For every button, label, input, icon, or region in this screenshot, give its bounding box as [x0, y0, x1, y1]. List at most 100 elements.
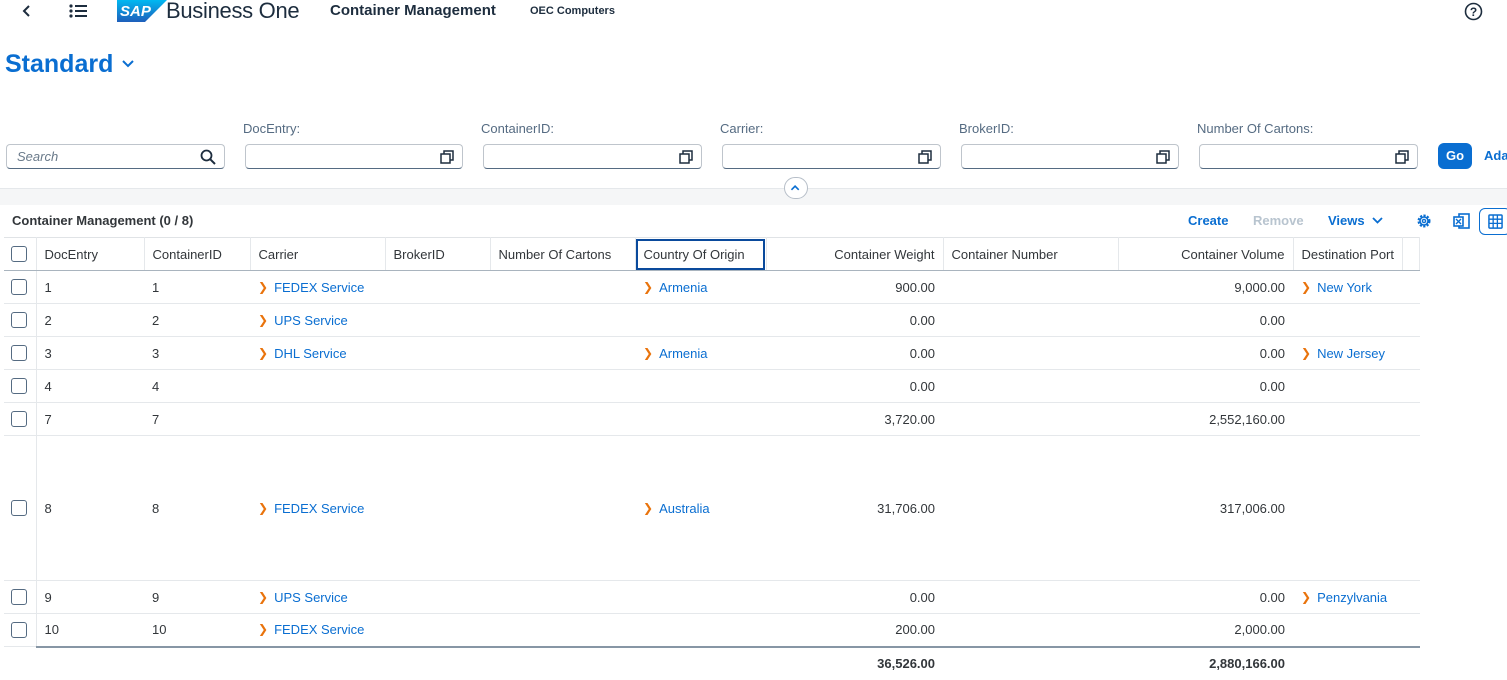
cell-carrier — [250, 369, 385, 403]
cell-port[interactable]: ❯ New York — [1293, 270, 1403, 304]
filter-band — [0, 189, 1507, 205]
carrier-link[interactable]: FEDEX Service — [274, 501, 364, 516]
value-help-icon[interactable] — [1395, 150, 1409, 164]
row-checkbox[interactable] — [11, 279, 27, 296]
port-link[interactable]: New York — [1317, 280, 1372, 295]
totals-empty — [36, 645, 144, 679]
variant-title[interactable]: Standard — [5, 50, 113, 79]
value-help-icon[interactable] — [1156, 150, 1170, 164]
value-help-icon[interactable] — [440, 150, 454, 164]
row-checkbox[interactable] — [11, 312, 27, 329]
table-row[interactable]: 4 4 0.00 0.00 — [4, 369, 1420, 403]
table-row[interactable]: 2 2 ❯ UPS Service 0.00 0.00 — [4, 303, 1420, 337]
table-row[interactable]: 9 9 ❯ UPS Service 0.00 0.00 ❯ Penzylvania — [4, 580, 1420, 614]
row-select-cell — [4, 270, 37, 304]
table-row[interactable]: 10 10 ❯ FEDEX Service 200.00 2,000.00 — [4, 613, 1420, 647]
row-checkbox[interactable] — [11, 378, 27, 395]
back-arrow-icon[interactable] — [18, 1, 36, 21]
value-help-icon[interactable] — [679, 150, 693, 164]
row-checkbox[interactable] — [11, 345, 27, 362]
cell-containerid: 8 — [144, 435, 250, 581]
cell-carrier[interactable]: ❯ FEDEX Service — [250, 613, 385, 647]
cell-carrier[interactable]: ❯ FEDEX Service — [250, 435, 385, 581]
cell-carrier[interactable]: ❯ UPS Service — [250, 303, 385, 337]
carrier-link[interactable]: UPS Service — [274, 313, 348, 328]
cell-weight: 3,720.00 — [766, 402, 943, 436]
cell-carrier[interactable]: ❯ UPS Service — [250, 580, 385, 614]
cell-weight: 900.00 — [766, 270, 943, 304]
create-button[interactable]: Create — [1188, 213, 1228, 228]
column-header-country-of-origin[interactable]: Country Of Origin — [635, 237, 767, 271]
column-header-brokerid[interactable]: BrokerID — [385, 237, 491, 271]
column-header-container-number[interactable]: Container Number — [943, 237, 1119, 271]
list-menu-icon[interactable] — [68, 2, 88, 20]
containerid-label: ContainerID: — [481, 121, 554, 136]
column-header-containerid[interactable]: ContainerID — [144, 237, 251, 271]
search-input[interactable]: Search — [6, 144, 225, 169]
carrier-field[interactable] — [722, 144, 941, 169]
carrier-link[interactable]: UPS Service — [274, 590, 348, 605]
chevron-down-icon[interactable] — [121, 58, 135, 70]
search-icon[interactable] — [200, 149, 216, 165]
help-icon[interactable]: ? — [1464, 2, 1483, 21]
country-link[interactable]: Armenia — [659, 346, 707, 361]
cell-filler — [1402, 435, 1420, 581]
column-header-container-weight[interactable]: Container Weight — [766, 237, 944, 271]
cell-carrier[interactable]: ❯ DHL Service — [250, 336, 385, 370]
collapse-header-button[interactable] — [784, 177, 808, 199]
brokerid-field[interactable] — [961, 144, 1179, 169]
svg-text:?: ? — [1470, 5, 1477, 19]
cell-carrier[interactable]: ❯ FEDEX Service — [250, 270, 385, 304]
column-header-container-volume[interactable]: Container Volume — [1118, 237, 1294, 271]
cell-cartons — [490, 336, 635, 370]
cell-port[interactable]: ❯ Penzylvania — [1293, 580, 1403, 614]
docentry-field[interactable] — [245, 144, 463, 169]
go-button[interactable]: Go — [1438, 143, 1472, 169]
docentry-label: DocEntry: — [243, 121, 301, 136]
cell-country — [635, 369, 766, 403]
cell-docentry: 10 — [36, 613, 144, 647]
carrier-link[interactable]: FEDEX Service — [274, 622, 364, 637]
carrier-link[interactable]: DHL Service — [274, 346, 346, 361]
row-checkbox[interactable] — [11, 589, 27, 606]
country-link[interactable]: Australia — [659, 501, 710, 516]
cell-containerid: 4 — [144, 369, 250, 403]
views-button[interactable]: Views — [1328, 213, 1365, 228]
chevron-down-icon[interactable] — [1371, 215, 1384, 226]
column-header-number-of-cartons[interactable]: Number Of Cartons — [490, 237, 636, 271]
row-checkbox[interactable] — [11, 500, 27, 517]
cell-docentry: 9 — [36, 580, 144, 614]
value-help-icon[interactable] — [918, 150, 932, 164]
cell-country[interactable]: ❯ Armenia — [635, 270, 766, 304]
number-of-cartons-field[interactable] — [1199, 144, 1418, 169]
row-select-cell — [4, 369, 37, 403]
cell-country[interactable]: ❯ Australia — [635, 435, 766, 581]
cell-country[interactable]: ❯ Armenia — [635, 336, 766, 370]
column-header-carrier[interactable]: Carrier — [250, 237, 386, 271]
carrier-link[interactable]: FEDEX Service — [274, 280, 364, 295]
row-checkbox[interactable] — [11, 622, 27, 639]
settings-gear-icon[interactable] — [1415, 212, 1433, 230]
cell-port[interactable]: ❯ New Jersey — [1293, 336, 1403, 370]
table-row[interactable]: 7 7 3,720.00 2,552,160.00 — [4, 402, 1420, 436]
table-row[interactable]: 1 1 ❯ FEDEX Service ❯ Armenia 900.00 9,000… — [4, 270, 1420, 304]
column-header-docentry[interactable]: DocEntry — [36, 237, 145, 271]
row-select-cell — [4, 435, 37, 581]
remove-button[interactable]: Remove — [1253, 213, 1304, 228]
column-header-destination-port[interactable]: Destination Port — [1293, 237, 1403, 271]
containerid-field[interactable] — [483, 144, 702, 169]
port-link[interactable]: New Jersey — [1317, 346, 1385, 361]
grid-view-toggle[interactable] — [1479, 208, 1507, 235]
table-row[interactable]: 3 3 ❯ DHL Service ❯ Armenia 0.00 0.00 ❯ New… — [4, 336, 1420, 370]
row-checkbox[interactable] — [11, 411, 27, 428]
totals-empty — [943, 645, 1118, 679]
country-link[interactable]: Armenia — [659, 280, 707, 295]
export-excel-icon[interactable] — [1453, 212, 1471, 230]
table-row[interactable]: 8 8 ❯ FEDEX Service ❯ Australia 31,706.00 … — [4, 435, 1420, 581]
company-name[interactable]: OEC Computers — [530, 5, 615, 17]
cell-brokerid — [385, 369, 490, 403]
select-all-checkbox[interactable] — [11, 246, 27, 263]
cell-container-number — [943, 336, 1118, 370]
adapt-filters-button[interactable]: Ada — [1484, 148, 1507, 163]
port-link[interactable]: Penzylvania — [1317, 590, 1387, 605]
